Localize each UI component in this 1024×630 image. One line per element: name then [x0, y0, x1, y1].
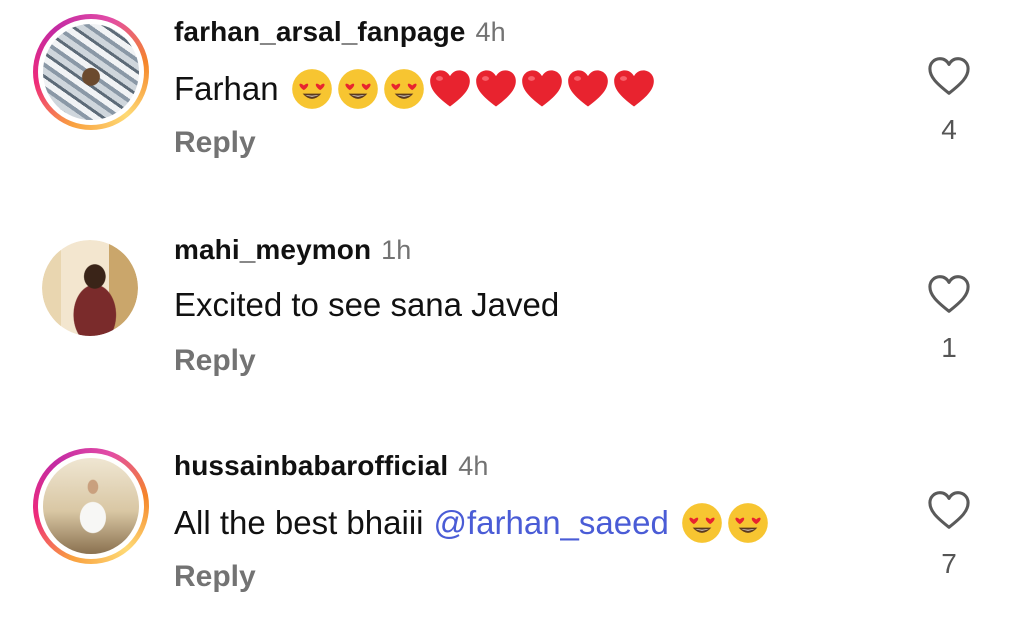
- like-count: 4: [941, 114, 957, 145]
- comment-body: Excited to see sana Javed: [174, 286, 560, 323]
- heart-eyes-emoji-icon: [337, 69, 378, 109]
- comment-text: Farhan: [174, 68, 655, 110]
- avatar[interactable]: [33, 14, 149, 130]
- red-heart-emoji-icon: [475, 70, 516, 107]
- like-count: 7: [941, 548, 957, 579]
- username-text[interactable]: farhan_arsal_fanpage: [174, 16, 465, 47]
- comment-time: 4h: [458, 451, 489, 481]
- emoji-group: [681, 502, 769, 544]
- comment-username[interactable]: hussainbabarofficial 4h: [174, 450, 489, 482]
- comment-time: 1h: [381, 235, 412, 265]
- mention-link[interactable]: @farhan_saeed: [433, 504, 668, 542]
- comment-username[interactable]: farhan_arsal_fanpage 4h: [174, 16, 506, 48]
- heart-outline-icon[interactable]: [927, 490, 971, 530]
- reply-button[interactable]: Reply: [174, 344, 256, 378]
- avatar[interactable]: [42, 240, 138, 336]
- red-heart-emoji-icon: [429, 70, 470, 107]
- heart-outline-icon[interactable]: [927, 274, 971, 314]
- comment-time: 4h: [475, 17, 506, 47]
- like-count: 1: [941, 332, 957, 363]
- comment-username[interactable]: mahi_meymon 1h: [174, 234, 411, 266]
- comment-body: All the best bhaiii: [174, 504, 424, 541]
- comment-text: Excited to see sana Javed: [174, 286, 559, 324]
- username-text[interactable]: mahi_meymon: [174, 234, 371, 265]
- comment-body: Farhan: [174, 70, 279, 107]
- like-control[interactable]: 1: [919, 274, 979, 364]
- avatar[interactable]: [33, 448, 149, 564]
- heart-outline-icon[interactable]: [927, 56, 971, 96]
- red-heart-emoji-icon: [521, 70, 562, 107]
- red-heart-emoji-icon: [613, 70, 654, 107]
- reply-button[interactable]: Reply: [174, 126, 256, 160]
- comment-text: All the best bhaiii @farhan_saeed: [174, 502, 769, 544]
- heart-eyes-emoji-icon: [681, 503, 722, 543]
- emoji-group: [291, 68, 655, 110]
- like-control[interactable]: 4: [919, 56, 979, 146]
- username-text[interactable]: hussainbabarofficial: [174, 450, 448, 481]
- reply-button[interactable]: Reply: [174, 560, 256, 594]
- heart-eyes-emoji-icon: [383, 69, 424, 109]
- red-heart-emoji-icon: [567, 70, 608, 107]
- heart-eyes-emoji-icon: [291, 69, 332, 109]
- like-control[interactable]: 7: [919, 490, 979, 580]
- heart-eyes-emoji-icon: [727, 503, 768, 543]
